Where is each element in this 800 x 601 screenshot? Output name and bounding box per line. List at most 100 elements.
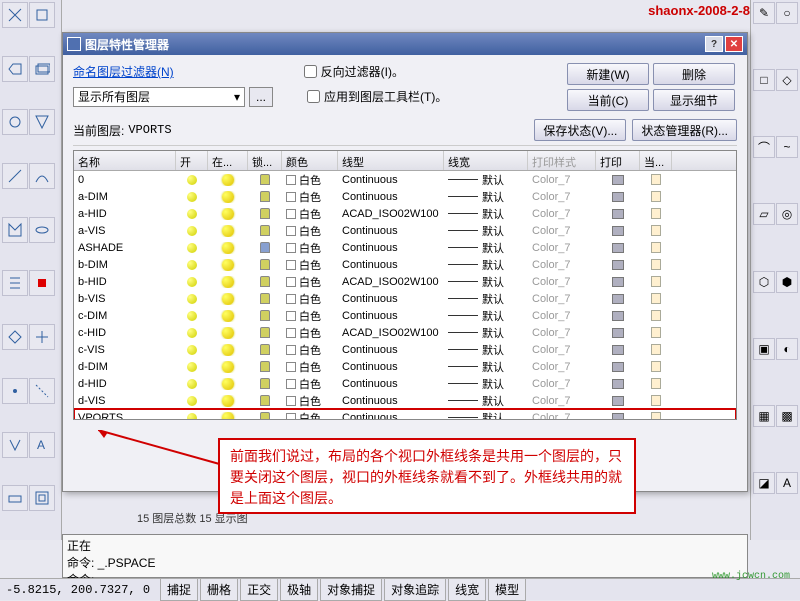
tool-icon[interactable] bbox=[2, 378, 28, 404]
tool-icon[interactable] bbox=[2, 324, 28, 350]
mode-线宽[interactable]: 线宽 bbox=[448, 578, 486, 601]
bulb-icon[interactable] bbox=[176, 294, 208, 304]
layer-lineweight[interactable]: 默认 bbox=[444, 223, 528, 239]
tool-icon[interactable] bbox=[2, 109, 28, 135]
layer-color[interactable]: 白色 bbox=[282, 206, 338, 222]
layer-row[interactable]: c-VIS白色Continuous默认Color_7 bbox=[74, 341, 736, 358]
lock-icon[interactable] bbox=[248, 191, 282, 202]
grid-body[interactable]: 0白色Continuous默认Color_7a-DIM白色Continuous默… bbox=[74, 171, 736, 420]
tool-icon[interactable]: ◐ bbox=[776, 338, 798, 360]
layer-row[interactable]: a-DIM白色Continuous默认Color_7 bbox=[74, 188, 736, 205]
mode-极轴[interactable]: 极轴 bbox=[280, 578, 318, 601]
sun-icon[interactable] bbox=[208, 191, 248, 203]
lock-icon[interactable] bbox=[248, 293, 282, 304]
bulb-icon[interactable] bbox=[176, 243, 208, 253]
layer-row[interactable]: ASHADE白色Continuous默认Color_7 bbox=[74, 239, 736, 256]
printer-icon[interactable] bbox=[596, 328, 640, 338]
tool-icon[interactable]: ◪ bbox=[753, 472, 775, 494]
sheet-icon[interactable] bbox=[640, 242, 672, 253]
layer-linetype[interactable]: ACAD_ISO02W100 bbox=[338, 208, 444, 220]
dialog-titlebar[interactable]: 图层特性管理器 ? ✕ bbox=[63, 33, 747, 55]
layer-row[interactable]: c-HID白色ACAD_ISO02W100默认Color_7 bbox=[74, 324, 736, 341]
show-detail-button[interactable]: 显示细节 bbox=[653, 89, 735, 111]
tool-icon[interactable]: ▱ bbox=[753, 203, 775, 225]
layer-linetype[interactable]: Continuous bbox=[338, 412, 444, 421]
layer-lineweight[interactable]: 默认 bbox=[444, 206, 528, 222]
layer-color[interactable]: 白色 bbox=[282, 342, 338, 358]
header-plotstyle[interactable]: 打印样式 bbox=[528, 151, 596, 170]
lock-icon[interactable] bbox=[248, 225, 282, 236]
layer-color[interactable]: 白色 bbox=[282, 274, 338, 290]
tool-icon[interactable]: ⬢ bbox=[776, 271, 798, 293]
sun-icon[interactable] bbox=[208, 293, 248, 305]
header-linetype[interactable]: 线型 bbox=[338, 151, 444, 170]
tool-icon[interactable] bbox=[2, 2, 28, 28]
sun-icon[interactable] bbox=[208, 412, 248, 421]
tool-icon[interactable] bbox=[2, 163, 28, 189]
printer-icon[interactable] bbox=[596, 345, 640, 355]
layer-linetype[interactable]: Continuous bbox=[338, 225, 444, 237]
tool-icon[interactable] bbox=[29, 217, 55, 243]
sun-icon[interactable] bbox=[208, 361, 248, 373]
header-name[interactable]: 名称 bbox=[74, 151, 176, 170]
mode-正交[interactable]: 正交 bbox=[240, 578, 278, 601]
lock-icon[interactable] bbox=[248, 395, 282, 406]
layer-color[interactable]: 白色 bbox=[282, 189, 338, 205]
lock-icon[interactable] bbox=[248, 174, 282, 185]
sheet-icon[interactable] bbox=[640, 310, 672, 321]
sheet-icon[interactable] bbox=[640, 174, 672, 185]
mode-对象追踪[interactable]: 对象追踪 bbox=[384, 578, 446, 601]
layer-lineweight[interactable]: 默认 bbox=[444, 325, 528, 341]
layer-row[interactable]: 0白色Continuous默认Color_7 bbox=[74, 171, 736, 188]
close-button[interactable]: ✕ bbox=[725, 36, 743, 52]
bulb-icon[interactable] bbox=[176, 311, 208, 321]
tool-icon[interactable] bbox=[2, 217, 28, 243]
layer-linetype[interactable]: Continuous bbox=[338, 259, 444, 271]
invert-filter-checkbox[interactable] bbox=[304, 65, 317, 78]
sheet-icon[interactable] bbox=[640, 378, 672, 389]
filter-browse-button[interactable]: ... bbox=[249, 87, 273, 107]
sun-icon[interactable] bbox=[208, 225, 248, 237]
printer-icon[interactable] bbox=[596, 413, 640, 421]
lock-icon[interactable] bbox=[248, 412, 282, 420]
layer-linetype[interactable]: Continuous bbox=[338, 395, 444, 407]
layer-color[interactable]: 白色 bbox=[282, 291, 338, 307]
printer-icon[interactable] bbox=[596, 226, 640, 236]
tool-icon[interactable] bbox=[29, 485, 55, 511]
layer-lineweight[interactable]: 默认 bbox=[444, 172, 528, 188]
bulb-icon[interactable] bbox=[176, 260, 208, 270]
printer-icon[interactable] bbox=[596, 260, 640, 270]
layer-linetype[interactable]: ACAD_ISO02W100 bbox=[338, 327, 444, 339]
header-current[interactable]: 当... bbox=[640, 151, 672, 170]
mode-捕捉[interactable]: 捕捉 bbox=[160, 578, 198, 601]
layer-lineweight[interactable]: 默认 bbox=[444, 393, 528, 409]
header-freeze[interactable]: 在... bbox=[208, 151, 248, 170]
bulb-icon[interactable] bbox=[176, 328, 208, 338]
tool-icon[interactable]: ✎ bbox=[753, 2, 775, 24]
tool-icon[interactable] bbox=[2, 270, 28, 296]
mode-栅格[interactable]: 栅格 bbox=[200, 578, 238, 601]
sheet-icon[interactable] bbox=[640, 293, 672, 304]
layer-color[interactable]: 白色 bbox=[282, 240, 338, 256]
filter-dropdown[interactable]: 显示所有图层 ▾ bbox=[73, 87, 245, 107]
sheet-icon[interactable] bbox=[640, 395, 672, 406]
bulb-icon[interactable] bbox=[176, 277, 208, 287]
header-plot[interactable]: 打印 bbox=[596, 151, 640, 170]
tool-icon[interactable] bbox=[29, 2, 55, 28]
layer-lineweight[interactable]: 默认 bbox=[444, 376, 528, 392]
bulb-icon[interactable] bbox=[176, 413, 208, 421]
bulb-icon[interactable] bbox=[176, 345, 208, 355]
header-on[interactable]: 开 bbox=[176, 151, 208, 170]
layer-row[interactable]: a-VIS白色Continuous默认Color_7 bbox=[74, 222, 736, 239]
apply-toolbar-checkbox[interactable] bbox=[307, 90, 320, 103]
lock-icon[interactable] bbox=[248, 327, 282, 338]
sun-icon[interactable] bbox=[208, 259, 248, 271]
layer-row[interactable]: a-HID白色ACAD_ISO02W100默认Color_7 bbox=[74, 205, 736, 222]
layer-color[interactable]: 白色 bbox=[282, 393, 338, 409]
lock-icon[interactable] bbox=[248, 361, 282, 372]
tool-icon[interactable]: ○ bbox=[776, 2, 798, 24]
tool-icon[interactable] bbox=[29, 163, 55, 189]
new-button[interactable]: 新建(W) bbox=[567, 63, 649, 85]
lock-icon[interactable] bbox=[248, 310, 282, 321]
header-color[interactable]: 颜色 bbox=[282, 151, 338, 170]
